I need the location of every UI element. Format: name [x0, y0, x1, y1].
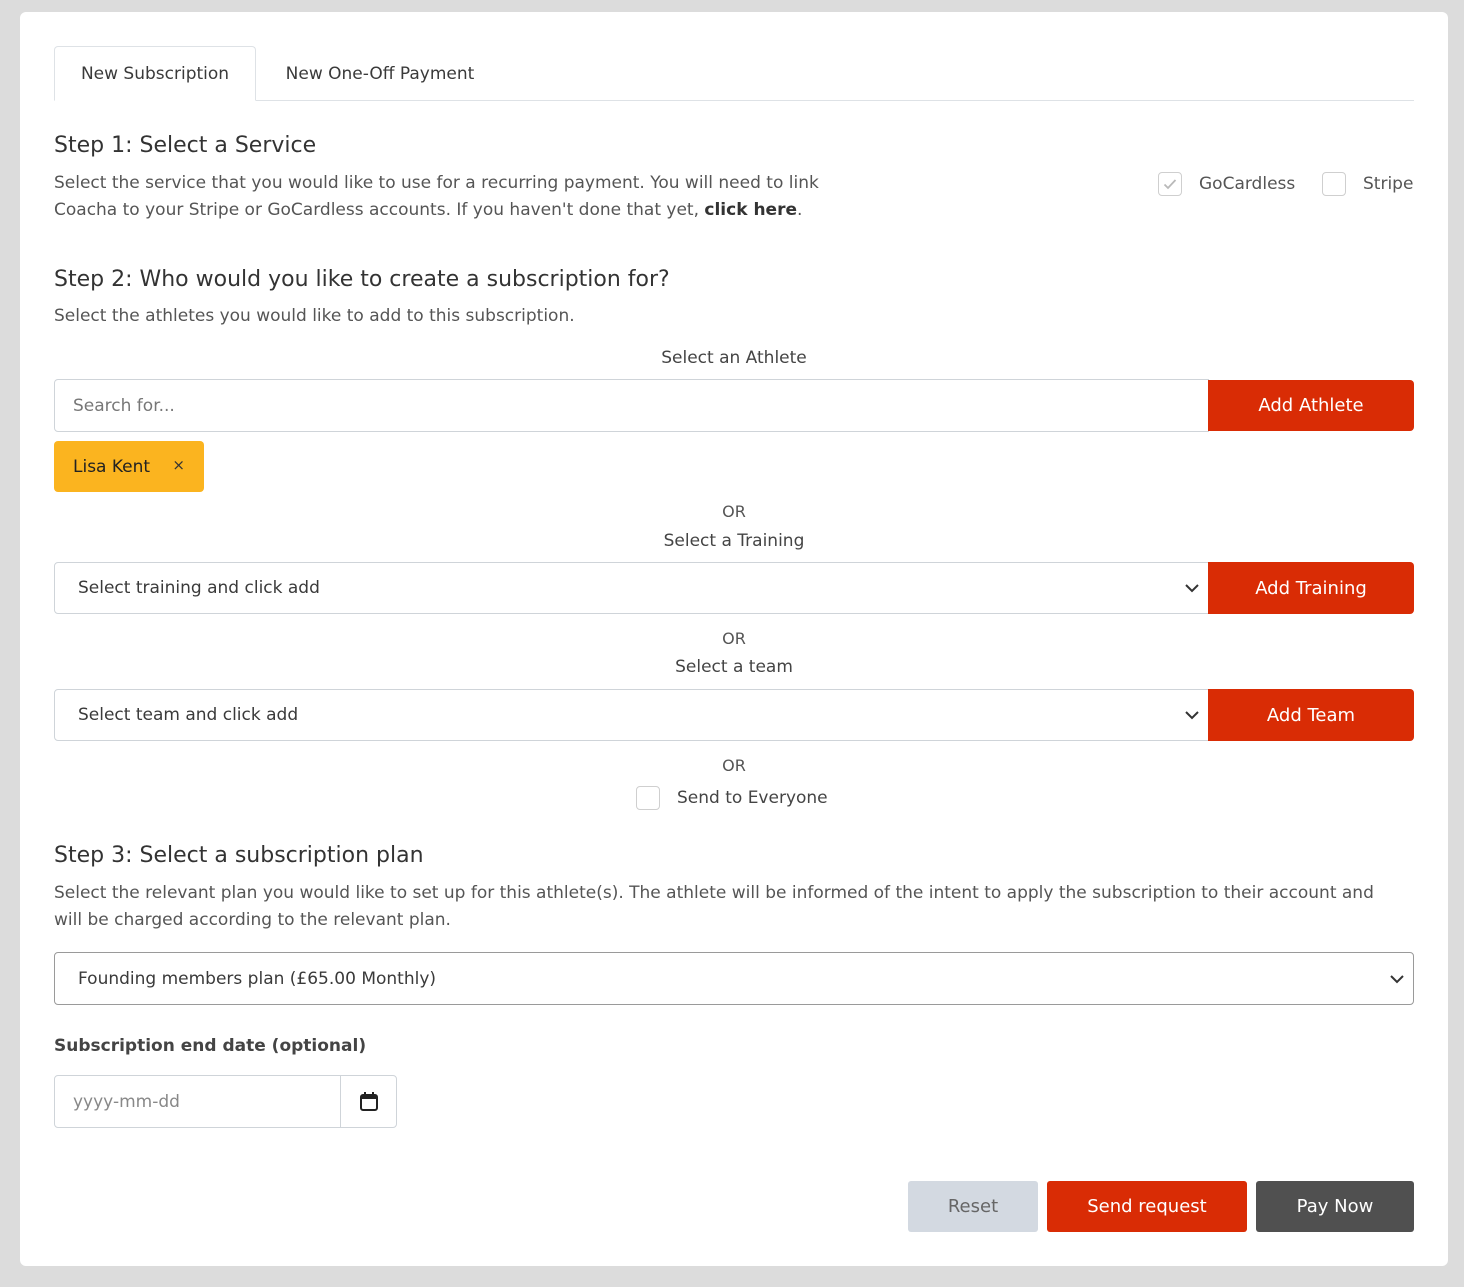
plan-select[interactable]: Founding members plan (£65.00 Monthly) [54, 952, 1414, 1005]
tab-label: New One-Off Payment [285, 63, 475, 84]
chip-label: Lisa Kent [73, 456, 151, 477]
team-select-value: Select team and click add [78, 705, 299, 725]
stripe-label: Stripe [1363, 174, 1414, 194]
send-to-everyone-label: Send to Everyone [677, 788, 828, 808]
tab-new-one-off-payment[interactable]: New One-Off Payment [256, 46, 504, 101]
or-divider: OR [722, 756, 746, 775]
stripe-checkbox[interactable] [1322, 172, 1346, 196]
step3-desc-line2: will be charged according to the relevan… [54, 910, 451, 930]
add-team-button[interactable]: Add Team [1208, 689, 1414, 741]
chevron-down-icon [1390, 974, 1404, 983]
subscription-card: New Subscription New One-Off Payment Ste… [20, 12, 1448, 1266]
select-team-label: Select a team [675, 657, 793, 677]
step3-title: Step 3: Select a subscription plan [54, 843, 424, 868]
step1-desc-line2: Coacha to your Stripe or GoCardless acco… [54, 200, 705, 220]
add-athlete-button[interactable]: Add Athlete [1208, 380, 1414, 431]
step1-desc-end: . [797, 200, 803, 220]
stripe-option[interactable]: Stripe [1322, 172, 1413, 196]
or-divider: OR [722, 502, 746, 521]
date-picker-button[interactable] [340, 1075, 397, 1128]
reset-label: Reset [947, 1196, 999, 1217]
step2-description: Select the athletes you would like to ad… [54, 306, 575, 326]
send-to-everyone-option[interactable]: Send to Everyone [636, 786, 828, 810]
check-icon [1163, 179, 1177, 190]
select-athlete-label: Select an Athlete [661, 348, 807, 368]
add-training-button[interactable]: Add Training [1208, 562, 1414, 614]
chevron-down-icon [1185, 711, 1199, 720]
plan-select-value: Founding members plan (£65.00 Monthly) [78, 968, 437, 989]
pay-now-button[interactable]: Pay Now [1256, 1181, 1414, 1232]
add-team-label: Add Team [1266, 704, 1356, 726]
date-placeholder: yyyy-mm-dd [73, 1091, 180, 1112]
calendar-icon [359, 1092, 378, 1111]
step1-title: Step 1: Select a Service [54, 133, 317, 158]
training-select-value: Select training and click add [78, 578, 320, 598]
select-training-label: Select a Training [663, 531, 805, 551]
step1-description: Select the service that you would like t… [54, 170, 874, 224]
pay-now-label: Pay Now [1296, 1196, 1374, 1217]
add-athlete-label: Add Athlete [1258, 395, 1364, 416]
athlete-search-input[interactable]: Search for... [54, 379, 1209, 432]
step2-title: Step 2: Who would you like to create a s… [54, 267, 670, 292]
chevron-down-icon [1185, 584, 1199, 593]
send-to-everyone-checkbox[interactable] [636, 786, 660, 810]
training-select[interactable]: Select training and click add [54, 562, 1209, 614]
step3-desc-line1: Select the relevant plan you would like … [54, 883, 1374, 903]
or-divider: OR [722, 629, 746, 648]
click-here-link[interactable]: click here [704, 200, 797, 220]
step1-desc-line1: Select the service that you would like t… [54, 173, 819, 193]
tab-new-subscription[interactable]: New Subscription [54, 46, 256, 101]
end-date-label: Subscription end date (optional) [54, 1036, 367, 1056]
gocardless-option[interactable]: GoCardless [1158, 172, 1295, 196]
close-icon[interactable]: × [172, 456, 185, 474]
end-date-input[interactable]: yyyy-mm-dd [54, 1075, 341, 1128]
add-training-label: Add Training [1255, 577, 1367, 599]
search-placeholder: Search for... [73, 395, 175, 416]
send-request-button[interactable]: Send request [1047, 1181, 1247, 1232]
tab-label: New Subscription [80, 63, 230, 84]
gocardless-label: GoCardless [1199, 174, 1296, 194]
step3-description: Select the relevant plan you would like … [54, 880, 1424, 934]
team-select[interactable]: Select team and click add [54, 689, 1209, 741]
send-request-label: Send request [1087, 1196, 1207, 1217]
gocardless-checkbox[interactable] [1158, 172, 1182, 196]
selected-athlete-chip: Lisa Kent × [54, 441, 204, 492]
reset-button[interactable]: Reset [908, 1181, 1038, 1232]
